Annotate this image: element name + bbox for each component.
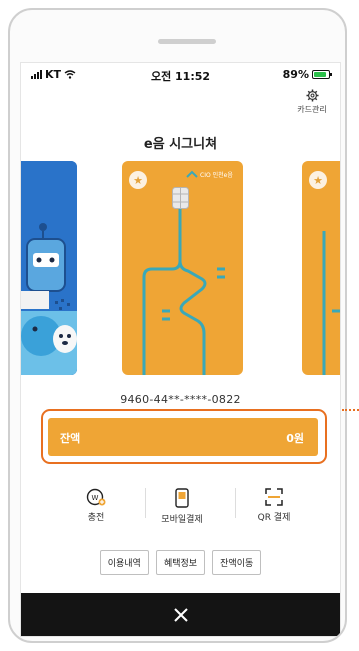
- action-divider: [235, 488, 236, 518]
- page-title: e음 시그니쳐: [143, 137, 218, 152]
- balance-transfer-button[interactable]: 잔액이동: [212, 550, 262, 575]
- charge-icon: W: [86, 488, 106, 506]
- callout-dotted-line: [342, 409, 359, 411]
- status-right: 89%: [282, 68, 332, 81]
- benefit-info-button[interactable]: 혜택정보: [155, 550, 206, 575]
- card-next[interactable]: ★: [302, 161, 340, 375]
- bottom-button-row: 이용내역 혜택정보 잔액이동: [21, 550, 340, 575]
- qr-scan-icon: [265, 488, 283, 506]
- charge-label: 충전: [87, 513, 105, 523]
- card-previous[interactable]: [21, 161, 77, 375]
- mobile-pay-button[interactable]: 모바일결제: [147, 488, 217, 525]
- gear-icon: [305, 89, 319, 102]
- qr-pay-label: QR 결제: [257, 513, 291, 523]
- action-divider: [145, 488, 146, 518]
- status-bar: KT 오전 11:52 89%: [21, 63, 340, 85]
- character-illustration: [21, 161, 77, 375]
- mobile-pay-label: 모바일결제: [161, 515, 203, 525]
- phone-frame: KT 오전 11:52 89% 카드관리 e음 시그니쳐 ★ CIO 인천e음 …: [8, 8, 347, 643]
- battery-percent: 89%: [282, 68, 309, 81]
- phone-speaker: [158, 39, 216, 44]
- close-icon: [173, 607, 188, 622]
- usage-history-button[interactable]: 이용내역: [99, 550, 149, 575]
- svg-text:W: W: [92, 494, 99, 502]
- card-selected[interactable]: ★ CIO 인천e음: [122, 161, 243, 375]
- balance-highlight-outline: [41, 409, 327, 464]
- card-pattern: [142, 209, 225, 375]
- card-number: 9460-44**-****-0822: [120, 393, 241, 406]
- charge-button[interactable]: W 충전: [61, 488, 131, 523]
- battery-icon: [312, 70, 332, 79]
- qr-pay-button[interactable]: QR 결제: [239, 488, 309, 523]
- close-button[interactable]: [21, 593, 340, 636]
- card-management-label: 카드관리: [297, 105, 327, 114]
- mobile-pay-icon: [175, 488, 189, 508]
- card-pattern: [322, 231, 340, 375]
- app-screen: KT 오전 11:52 89% 카드관리 e음 시그니쳐 ★ CIO 인천e음 …: [20, 62, 341, 637]
- card-management-button[interactable]: 카드관리: [292, 89, 332, 115]
